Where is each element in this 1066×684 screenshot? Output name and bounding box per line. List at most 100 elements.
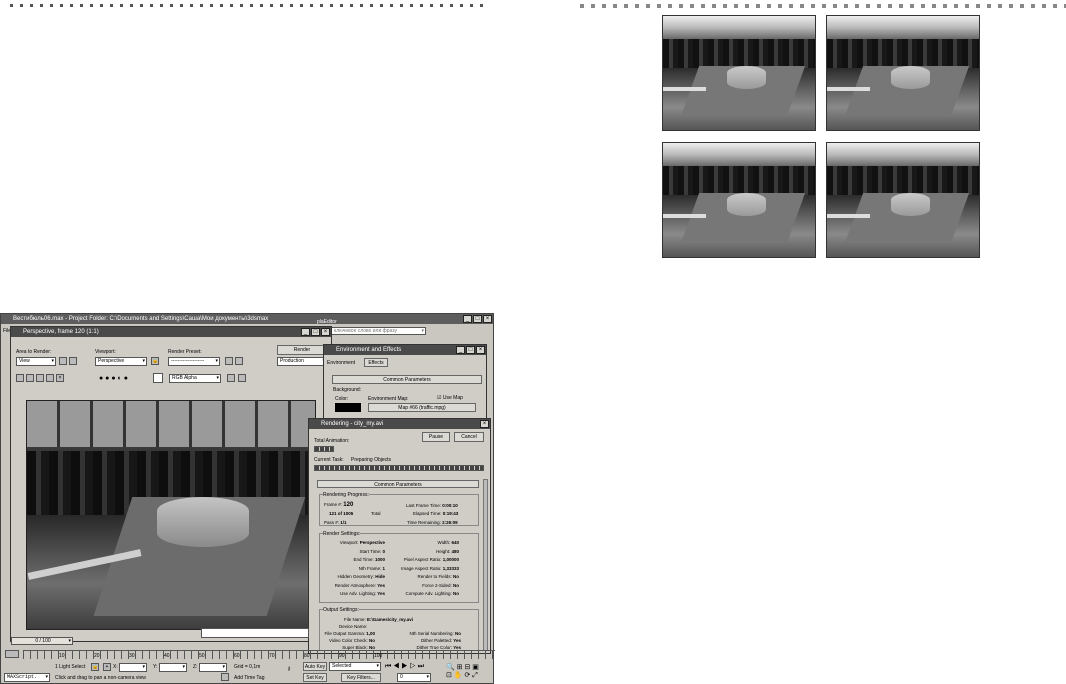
env-rollout-header[interactable]: Common Parameters xyxy=(332,375,482,384)
render-setup-icon[interactable] xyxy=(225,357,233,365)
close-icon[interactable]: × xyxy=(321,328,330,336)
x-coordinate-field[interactable] xyxy=(119,663,147,672)
timeline-tick-label: 90 xyxy=(339,653,345,659)
preset-select[interactable]: -------------------- xyxy=(168,357,220,366)
total-animation-label: Total Animation: xyxy=(314,438,350,444)
output-setting-left-value: 1,00 xyxy=(366,631,375,636)
clear-icon[interactable]: × xyxy=(56,374,64,382)
timeline-tick-label: 20 xyxy=(94,653,100,659)
color-label: Color: xyxy=(335,396,349,402)
render-setting-right-value: 1,00000 xyxy=(442,557,459,562)
minimize-icon[interactable]: _ xyxy=(301,328,310,336)
pause-button[interactable]: Pause xyxy=(422,432,450,442)
time-tag-icon[interactable] xyxy=(221,673,229,681)
device-label: Device Name: xyxy=(339,624,368,629)
render-button[interactable]: Render xyxy=(277,345,327,355)
environment-effects-window: Environment and Effects _ □ × Environment … xyxy=(323,344,487,424)
selected-select[interactable]: Selected xyxy=(329,662,381,671)
color-swatch-icon[interactable] xyxy=(153,373,163,383)
render-setting-left-key: End Time: xyxy=(353,557,374,562)
curve-editor-icon[interactable] xyxy=(5,650,19,658)
timeline-tick-label: 10 xyxy=(59,653,65,659)
frame-window: Perspective, frame 120 (1:1) _ □ × Area to… xyxy=(10,326,332,642)
close-icon[interactable]: × xyxy=(480,420,489,428)
search-field[interactable]: ключевое слово или фразу xyxy=(331,327,426,335)
lock-icon[interactable]: 🔒 xyxy=(151,357,159,365)
close-icon[interactable]: × xyxy=(476,346,485,354)
absolute-mode-icon[interactable]: + xyxy=(103,663,111,671)
last-frame-time: Last Frame Time: 0:00:10 xyxy=(406,503,458,508)
output-setting-right-key: Dither Paletted: xyxy=(420,638,452,643)
selection-lock-icon[interactable]: 🔒 xyxy=(91,663,99,671)
restore-icon[interactable]: □ xyxy=(473,315,482,323)
channel-dots-icon[interactable]: ● ● ● ◐ ● xyxy=(99,375,128,382)
area-select[interactable]: View xyxy=(16,357,56,366)
print-icon[interactable] xyxy=(46,374,54,382)
rendering-rollout-header[interactable]: Common Parameters xyxy=(317,480,479,488)
environment-icon[interactable] xyxy=(235,357,243,365)
display-toggle-icon[interactable] xyxy=(227,374,235,382)
output-setting-right-row: Dither Paletted: Yes xyxy=(421,638,461,643)
viewport-select[interactable]: Perspective xyxy=(95,357,147,366)
minimize-icon[interactable]: _ xyxy=(456,346,465,354)
total-label: Total xyxy=(371,511,381,516)
total-animation-progress-bar xyxy=(314,446,334,452)
key-icon[interactable]: ⚷ xyxy=(285,666,293,674)
timeline-tick-label: 100 xyxy=(374,653,383,659)
production-select[interactable]: Production xyxy=(277,357,327,366)
max-title-bar: Вестибюль06.max - Project Folder: C:\Doc… xyxy=(1,314,493,324)
pass-value: 1/1 xyxy=(340,520,347,525)
render-setting-left-row: Nth Frame: 1 xyxy=(359,566,385,571)
save-icon[interactable] xyxy=(16,374,24,382)
add-time-tag[interactable]: Add Time Tag xyxy=(234,675,264,681)
render-setting-right-row: Image Aspect Ratio: 1,33333 xyxy=(401,566,459,571)
minimize-icon[interactable]: _ xyxy=(463,315,472,323)
y-coordinate-field[interactable] xyxy=(159,663,187,672)
timeline-tick-label: 40 xyxy=(164,653,170,659)
set-key-button[interactable]: Set Key xyxy=(303,673,327,682)
maxscript-listener[interactable]: MAXScript. xyxy=(4,673,50,682)
output-setting-right-value: Yes xyxy=(453,638,461,643)
viewport-label: Viewport: xyxy=(95,349,116,355)
auto-key-button[interactable]: Auto Key xyxy=(303,662,327,671)
region-icon[interactable] xyxy=(59,357,67,365)
close-icon[interactable]: × xyxy=(483,315,492,323)
frame-counter[interactable]: 0 / 100 xyxy=(11,637,73,645)
elapsed-value: 0:19:43 xyxy=(442,511,459,516)
output-setting-right-row: Nth Serial Numbering: No xyxy=(409,631,461,636)
render-setting-right-key: Height: xyxy=(435,548,451,554)
copy-icon[interactable] xyxy=(36,374,44,382)
tab-effects[interactable]: Effects xyxy=(364,358,388,367)
render-setting-left-row: Viewport: Perspective xyxy=(340,540,385,545)
editor-partial-title: plaEditor xyxy=(317,319,337,325)
crop-icon[interactable] xyxy=(69,357,77,365)
max-title: Вестибюль06.max - Project Folder: C:\Doc… xyxy=(13,316,269,322)
key-filters-button[interactable]: Key Filters... xyxy=(341,673,381,682)
env-map-button[interactable]: Map #66 (traffic.mpg) xyxy=(368,403,476,412)
rendering-title: Rendering - city_my.avi xyxy=(321,421,384,427)
remaining-value: 2:26:09 xyxy=(442,520,458,525)
restore-icon[interactable]: □ xyxy=(311,328,320,336)
rendering-scrollbar[interactable] xyxy=(483,479,488,651)
background-color-swatch[interactable] xyxy=(335,403,361,412)
timeline-tick-label: 80 xyxy=(304,653,310,659)
rendering-progress-title: Rendering Progress: xyxy=(323,492,369,498)
cancel-button[interactable]: Cancel xyxy=(454,432,484,442)
render-setting-left-row: Start Time: 0 xyxy=(359,549,385,554)
clone-icon[interactable] xyxy=(26,374,34,382)
use-map-checkbox[interactable]: ☑ Use Map xyxy=(437,395,463,401)
restore-icon[interactable]: □ xyxy=(466,346,475,354)
z-coordinate-field[interactable] xyxy=(199,663,227,672)
playback-controls-icon[interactable]: ⏮ ◀ ▶ ▷ ⏭ xyxy=(385,663,424,671)
render-setting-right-row: Compute Adv. Lighting: No xyxy=(406,591,459,596)
remaining-time: Time Remaining: 2:26:09 xyxy=(407,520,458,525)
env-title-bar: Environment and Effects _ □ × xyxy=(324,345,486,355)
render-setting-left-key: Render Atmosphere: xyxy=(334,582,376,588)
viewport-nav-icons[interactable]: 🔍 ⊞ ⊟ ▣ ⊡ ✋ ⟳ ⤢ xyxy=(446,663,479,680)
channel-select[interactable]: RGB Alpha xyxy=(169,374,221,383)
current-frame-field[interactable]: 0 xyxy=(397,673,431,682)
timeline-slider[interactable] xyxy=(201,628,309,638)
tab-environment[interactable]: Environment xyxy=(327,360,355,366)
mono-icon[interactable] xyxy=(238,374,246,382)
x-label: X: xyxy=(113,664,118,670)
